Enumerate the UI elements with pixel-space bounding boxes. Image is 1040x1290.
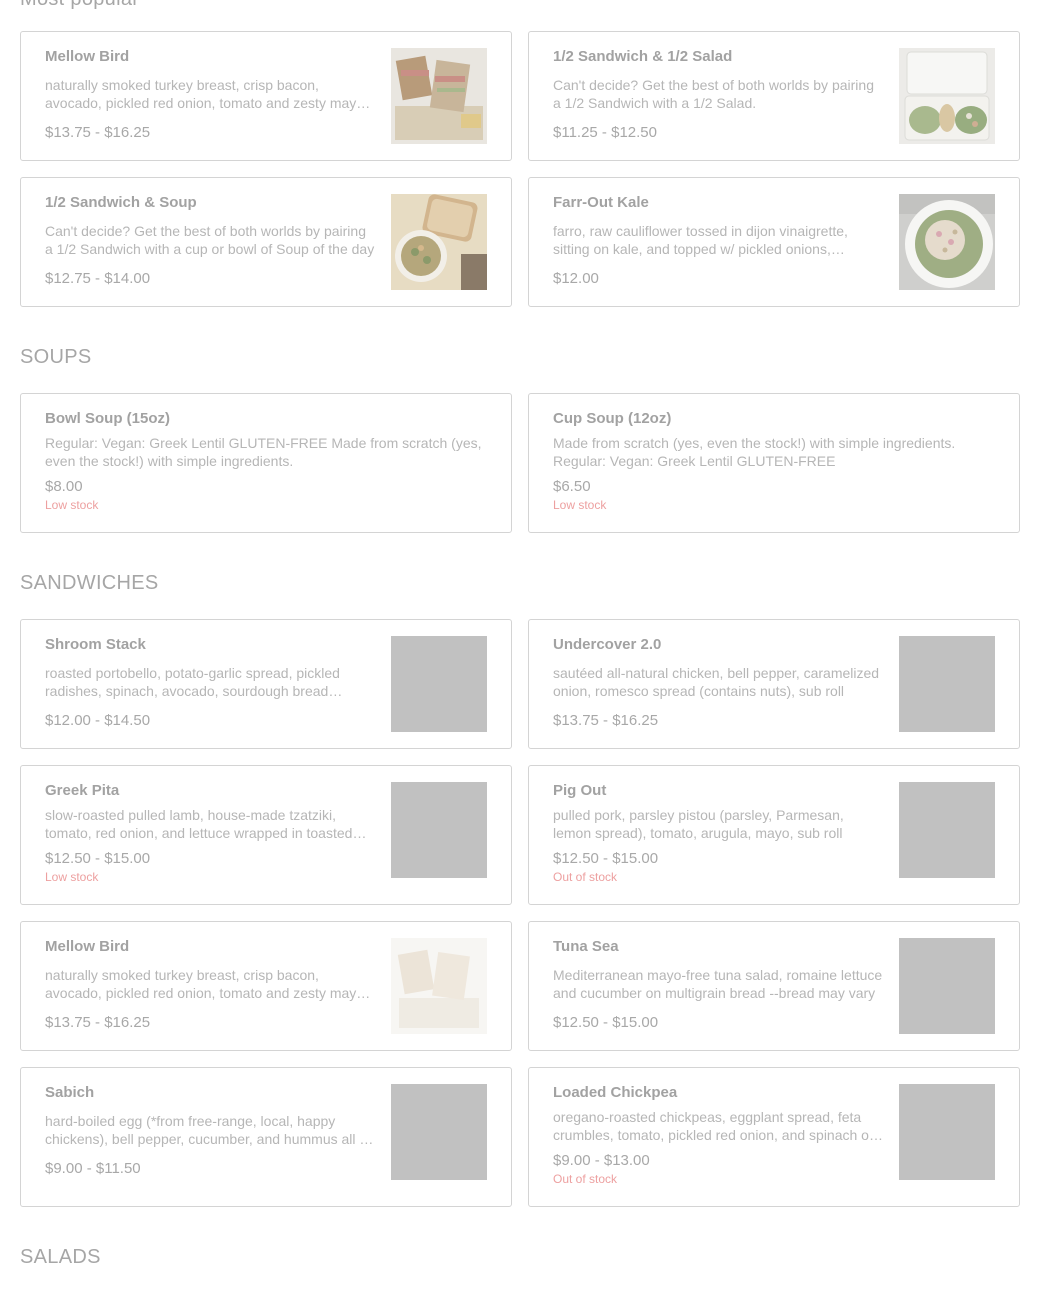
image-placeholder xyxy=(391,782,487,878)
image-placeholder xyxy=(899,636,995,732)
section-title-most-popular: Most popular xyxy=(20,0,139,11)
item-price: $12.50 - $15.00 xyxy=(553,1014,659,1031)
kale-salad-photo xyxy=(899,194,995,290)
item-description: Can't decide? Get the best of both world… xyxy=(553,77,874,111)
menu-item-card[interactable]: Undercover 2.0 sautéed all-natural chick… xyxy=(528,619,1020,749)
item-description: sautéed all-natural chicken, bell pepper… xyxy=(553,665,880,699)
item-price: $12.00 - $14.50 xyxy=(45,712,151,729)
item-price: $9.00 - $11.50 xyxy=(45,1160,141,1177)
item-name: Bowl Soup (15oz) xyxy=(45,410,170,427)
image-placeholder xyxy=(391,636,487,732)
menu-item-card[interactable]: Mellow Bird naturally smoked turkey brea… xyxy=(20,31,512,161)
image-placeholder xyxy=(391,1084,487,1180)
menu-item-card[interactable]: Sabich hard-boiled egg (*from free-range… xyxy=(20,1067,512,1207)
item-name: Loaded Chickpea xyxy=(553,1084,678,1101)
menu-item-card[interactable]: Tuna Sea Mediterranean mayo-free tuna sa… xyxy=(528,921,1020,1051)
salad-box-photo xyxy=(899,48,995,144)
sandwich-photo xyxy=(391,938,487,1034)
item-description: pulled pork, parsley pistou (parsley, Pa… xyxy=(553,807,844,841)
item-price: $9.00 - $13.00 xyxy=(553,1152,650,1169)
image-placeholder xyxy=(899,938,995,1034)
menu-item-card[interactable]: 1/2 Sandwich & 1/2 Salad Can't decide? G… xyxy=(528,31,1020,161)
item-price: $12.75 - $14.00 xyxy=(45,270,151,287)
item-price: $11.25 - $12.50 xyxy=(553,124,657,141)
item-description: Mediterranean mayo-free tuna salad, roma… xyxy=(553,967,883,1001)
item-name: 1/2 Sandwich & Soup xyxy=(45,194,197,211)
section-title-sandwiches: SANDWICHES xyxy=(20,572,159,594)
section-title-soups: SOUPS xyxy=(20,346,92,368)
item-price: $8.00 xyxy=(45,478,83,495)
item-name: Pig Out xyxy=(553,782,607,799)
image-placeholder xyxy=(899,1084,995,1180)
item-price: $13.75 - $16.25 xyxy=(553,712,659,729)
item-price: $6.50 xyxy=(553,478,591,495)
item-name: Mellow Bird xyxy=(45,938,130,955)
soup-and-sandwich-photo xyxy=(391,194,487,290)
menu-item-card[interactable]: 1/2 Sandwich & Soup Can't decide? Get th… xyxy=(20,177,512,307)
stock-status: Low stock xyxy=(45,498,99,512)
menu-item-card[interactable]: Greek Pita slow-roasted pulled lamb, hou… xyxy=(20,765,512,905)
item-name: Sabich xyxy=(45,1084,95,1101)
menu-item-card[interactable]: Mellow Bird naturally smoked turkey brea… xyxy=(20,921,512,1051)
image-placeholder xyxy=(899,782,995,878)
section-title-salads: SALADS xyxy=(20,1246,101,1268)
item-price: $12.50 - $15.00 xyxy=(553,850,659,867)
stock-status: Low stock xyxy=(553,498,607,512)
item-description: naturally smoked turkey breast, crisp ba… xyxy=(45,77,365,111)
menu-item-card[interactable]: Loaded Chickpea oregano-roasted chickpea… xyxy=(528,1067,1020,1207)
item-price: $13.75 - $16.25 xyxy=(45,1014,151,1031)
item-name: Shroom Stack xyxy=(45,636,146,653)
item-price: $12.50 - $15.00 xyxy=(45,850,151,867)
item-name: Farr-Out Kale xyxy=(553,194,649,211)
stock-status: Out of stock xyxy=(553,870,618,884)
item-description: Made from scratch (yes, even the stock!)… xyxy=(553,435,956,469)
item-description: hard-boiled egg (*from free-range, local… xyxy=(45,1113,371,1147)
item-description: roasted portobello, potato-garlic spread… xyxy=(45,665,340,699)
menu-item-card[interactable]: Cup Soup (12oz) Made from scratch (yes, … xyxy=(528,393,1020,533)
item-name: 1/2 Sandwich & 1/2 Salad xyxy=(553,48,733,65)
item-description: Regular: Vegan: Greek Lentil GLUTEN-FREE… xyxy=(45,435,482,469)
menu-item-card[interactable]: Pig Out pulled pork, parsley pistou (par… xyxy=(528,765,1020,905)
item-price: $12.00 xyxy=(553,270,599,287)
item-description: slow-roasted pulled lamb, house-made tza… xyxy=(45,807,353,841)
item-price: $13.75 - $16.25 xyxy=(45,124,151,141)
item-name: Greek Pita xyxy=(45,782,120,799)
stock-status: Low stock xyxy=(45,870,99,884)
sandwich-photo xyxy=(391,48,487,144)
item-description: Can't decide? Get the best of both world… xyxy=(45,223,375,257)
item-name: Tuna Sea xyxy=(553,938,619,955)
item-description: naturally smoked turkey breast, crisp ba… xyxy=(45,967,365,1001)
menu-item-card[interactable]: Shroom Stack roasted portobello, potato-… xyxy=(20,619,512,749)
item-name: Mellow Bird xyxy=(45,48,130,65)
item-description: farro, raw cauliflower tossed in dijon v… xyxy=(553,223,848,257)
item-description: oregano-roasted chickpeas, eggplant spre… xyxy=(553,1109,877,1143)
stock-status: Out of stock xyxy=(553,1172,618,1186)
item-name: Cup Soup (12oz) xyxy=(553,410,672,427)
menu-item-card[interactable]: Farr-Out Kale farro, raw cauliflower tos… xyxy=(528,177,1020,307)
item-name: Undercover 2.0 xyxy=(553,636,662,653)
menu-item-card[interactable]: Bowl Soup (15oz) Regular: Vegan: Greek L… xyxy=(20,393,512,533)
